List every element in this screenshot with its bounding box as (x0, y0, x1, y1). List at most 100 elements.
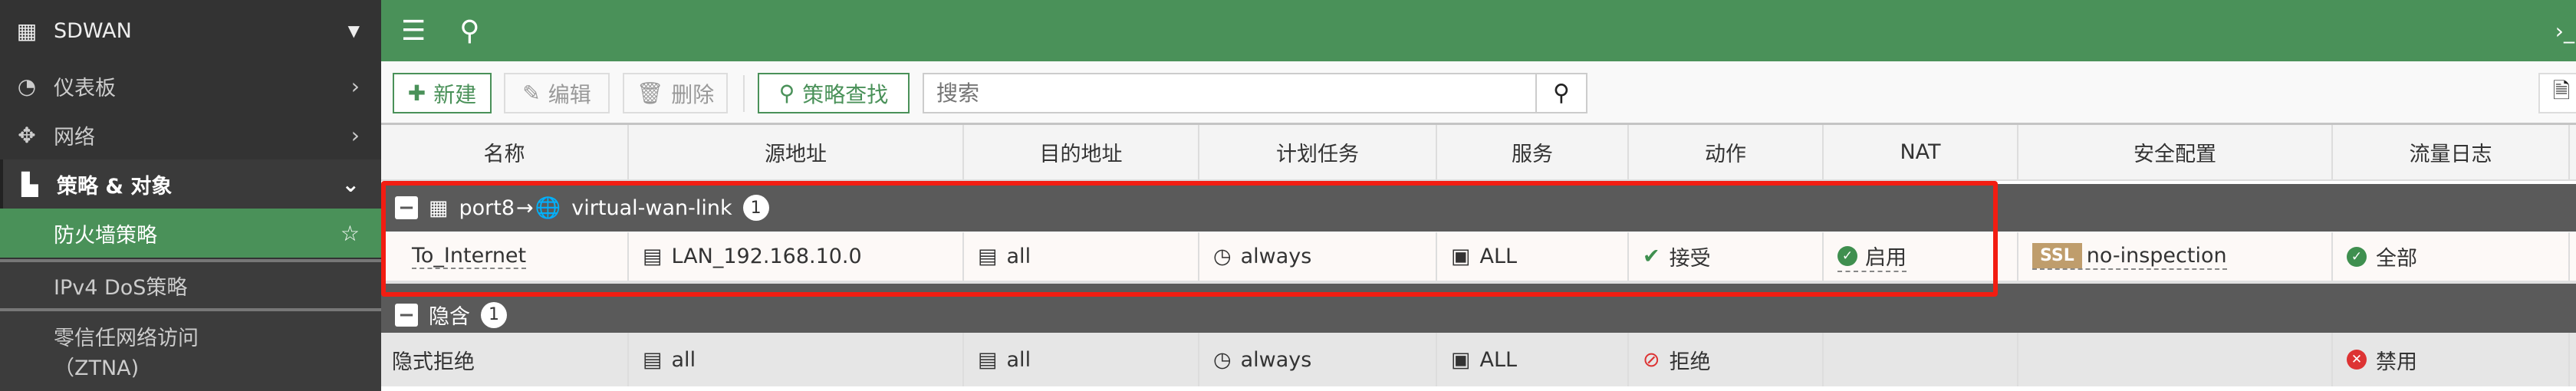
column-label: 流量日志 (2409, 143, 2492, 166)
policy-lookup-label: 策略查找 (802, 81, 889, 107)
col-service[interactable]: 服务 (1437, 125, 1629, 179)
divider (743, 75, 745, 112)
search-icon: ⚲ (778, 80, 795, 106)
caret-down-icon: ▼ (347, 21, 360, 40)
schedule[interactable]: always (1241, 245, 1312, 268)
col-source[interactable]: 源地址 (629, 125, 964, 179)
top-bar: ☰ ⚲ ›_ (381, 0, 2576, 61)
source-address[interactable]: all (672, 348, 696, 372)
column-label: 服务 (1512, 143, 1553, 166)
chevron-right-icon: › (350, 73, 360, 99)
address-icon: ▤ (643, 245, 663, 268)
menu-icon[interactable]: ☰ (401, 15, 426, 47)
cli-console-icon[interactable]: ›_ (2555, 18, 2574, 44)
destination-address[interactable]: all (1007, 245, 1031, 268)
vdom-selector[interactable]: ▦ SDWAN ▼ (0, 0, 381, 61)
sidebar-item-label: 防火墙策略 (54, 223, 157, 248)
export-button[interactable]: 🗎 (2538, 73, 2576, 113)
group-label: 隐含 (429, 305, 470, 329)
check-circle-icon: ✓ (1837, 245, 1857, 266)
table-row[interactable]: 隐式拒绝 ▤ all ▤ all ◷ always ▣ ALL ⊘ 拒绝 ✕ 禁用 (381, 333, 2576, 386)
edit-label: 编辑 (548, 81, 591, 107)
column-label: NAT (1900, 140, 1941, 164)
sidebar-item-label: 策略 & 对象 (57, 174, 173, 199)
sidebar-item-ztna[interactable]: 零信任网络访问 （ZTNA) (0, 308, 381, 391)
document-icon: 🗎 (2552, 77, 2571, 104)
col-schedule[interactable]: 计划任务 (1199, 125, 1437, 179)
service-icon: ▣ (1451, 347, 1471, 372)
sidebar-item-firewall-policy[interactable]: 防火墙策略 ☆ (0, 209, 381, 258)
sidebar: ▦ SDWAN ▼ ◔ 仪表板 › ✥ 网络 › ▙ 策略 & 对象 ⌄ 防火墙… (0, 0, 381, 391)
column-label: 计划任务 (1276, 143, 1359, 166)
ssl-badge: SSL (2032, 243, 2082, 268)
policy-name: 隐式拒绝 (392, 350, 475, 374)
col-nat[interactable]: NAT (1824, 125, 2018, 179)
group-header-row[interactable]: − 隐含 1 (381, 297, 2576, 333)
service[interactable]: ALL (1480, 245, 1518, 268)
table-header: 名称 源地址 目的地址 计划任务 服务 动作 NAT 安全配置 流量日志 (381, 125, 2576, 181)
nat-status[interactable]: ✓ 启用 (1837, 241, 1907, 272)
sidebar-item-network[interactable]: ✥ 网络 › (0, 110, 381, 159)
x-circle-icon: ✕ (2347, 350, 2367, 370)
address-icon: ▤ (978, 245, 998, 268)
toolbar: ✚ 新建 ✎ 编辑 🗑 删除 ⚲ 策略查找 ⚲ 🗎 (381, 61, 2576, 125)
search-icon: ⚲ (1553, 80, 1570, 107)
collapse-icon[interactable]: − (395, 196, 418, 219)
collapse-icon[interactable]: − (395, 303, 418, 327)
pencil-icon: ✎ (522, 80, 541, 106)
table-row[interactable]: To_Internet ▤ LAN_192.168.10.0 ▤ all ◷ alwa… (381, 232, 2576, 284)
address-icon: ▤ (978, 347, 998, 372)
nat-label: 启用 (1865, 246, 1907, 270)
interface-icon: ▦ (429, 196, 449, 220)
sidebar-item-dashboard[interactable]: ◔ 仪表板 › (0, 61, 381, 110)
destination-address[interactable]: all (1007, 348, 1031, 372)
move-icon: ✥ (18, 122, 36, 148)
column-label: 源地址 (765, 143, 827, 166)
dashboard-icon: ◔ (17, 73, 37, 99)
separator (381, 284, 2576, 297)
arrow: → (516, 196, 534, 220)
device-name: SDWAN (54, 18, 132, 43)
policy-icon: ▙ (21, 171, 38, 197)
schedule-icon: ◷ (1213, 245, 1232, 268)
source-interface: port8 (459, 196, 515, 220)
search-box: ⚲ (923, 73, 1587, 113)
source-address[interactable]: LAN_192.168.10.0 (672, 245, 862, 268)
check-icon: ✔ (1643, 245, 1660, 268)
security-profile: no-inspection (2086, 244, 2227, 268)
ssl-profile[interactable]: SSL no-inspection (2032, 243, 2227, 270)
trash-icon: 🗑 (636, 80, 664, 106)
schedule-icon: ◷ (1213, 347, 1232, 372)
policy-name[interactable]: To_Internet (412, 244, 527, 269)
col-action[interactable]: 动作 (1629, 125, 1824, 179)
col-log[interactable]: 流量日志 (2333, 125, 2570, 179)
search-icon[interactable]: ⚲ (459, 15, 479, 47)
schedule[interactable]: always (1241, 348, 1312, 372)
col-destination[interactable]: 目的地址 (964, 125, 1199, 179)
sidebar-item-label: IPv4 DoS策略 (54, 275, 188, 300)
address-icon: ▤ (643, 347, 663, 372)
delete-label: 删除 (671, 81, 715, 107)
action: 接受 (1669, 247, 1711, 271)
security-cell (2018, 333, 2333, 386)
sidebar-item-policy-objects[interactable]: ▙ 策略 & 对象 ⌄ (0, 159, 381, 209)
column-label: 目的地址 (1039, 143, 1123, 166)
policy-lookup-button[interactable]: ⚲ 策略查找 (758, 73, 910, 113)
sidebar-item-ipv4-dos-policy[interactable]: IPv4 DoS策略 (0, 259, 381, 308)
new-button[interactable]: ✚ 新建 (393, 73, 492, 113)
service[interactable]: ALL (1480, 348, 1518, 372)
col-name[interactable]: 名称 (381, 125, 629, 179)
group-header-row[interactable]: − ▦ port8 → 🌐 virtual-wan-link 1 (381, 184, 2576, 232)
column-label: 安全配置 (2134, 143, 2216, 166)
column-label: 动作 (1705, 143, 1746, 166)
count-badge: 1 (481, 301, 507, 328)
edit-button[interactable]: ✎ 编辑 (504, 73, 610, 113)
col-security-profiles[interactable]: 安全配置 (2018, 125, 2333, 179)
star-icon[interactable]: ☆ (341, 221, 360, 246)
nat-cell (1824, 333, 2018, 386)
sidebar-item-label: 仪表板 (54, 76, 116, 100)
search-button[interactable]: ⚲ (1535, 74, 1586, 112)
fortigate-icon: ▦ (16, 18, 38, 44)
search-input[interactable] (924, 74, 1535, 112)
delete-button[interactable]: 🗑 删除 (623, 73, 728, 113)
